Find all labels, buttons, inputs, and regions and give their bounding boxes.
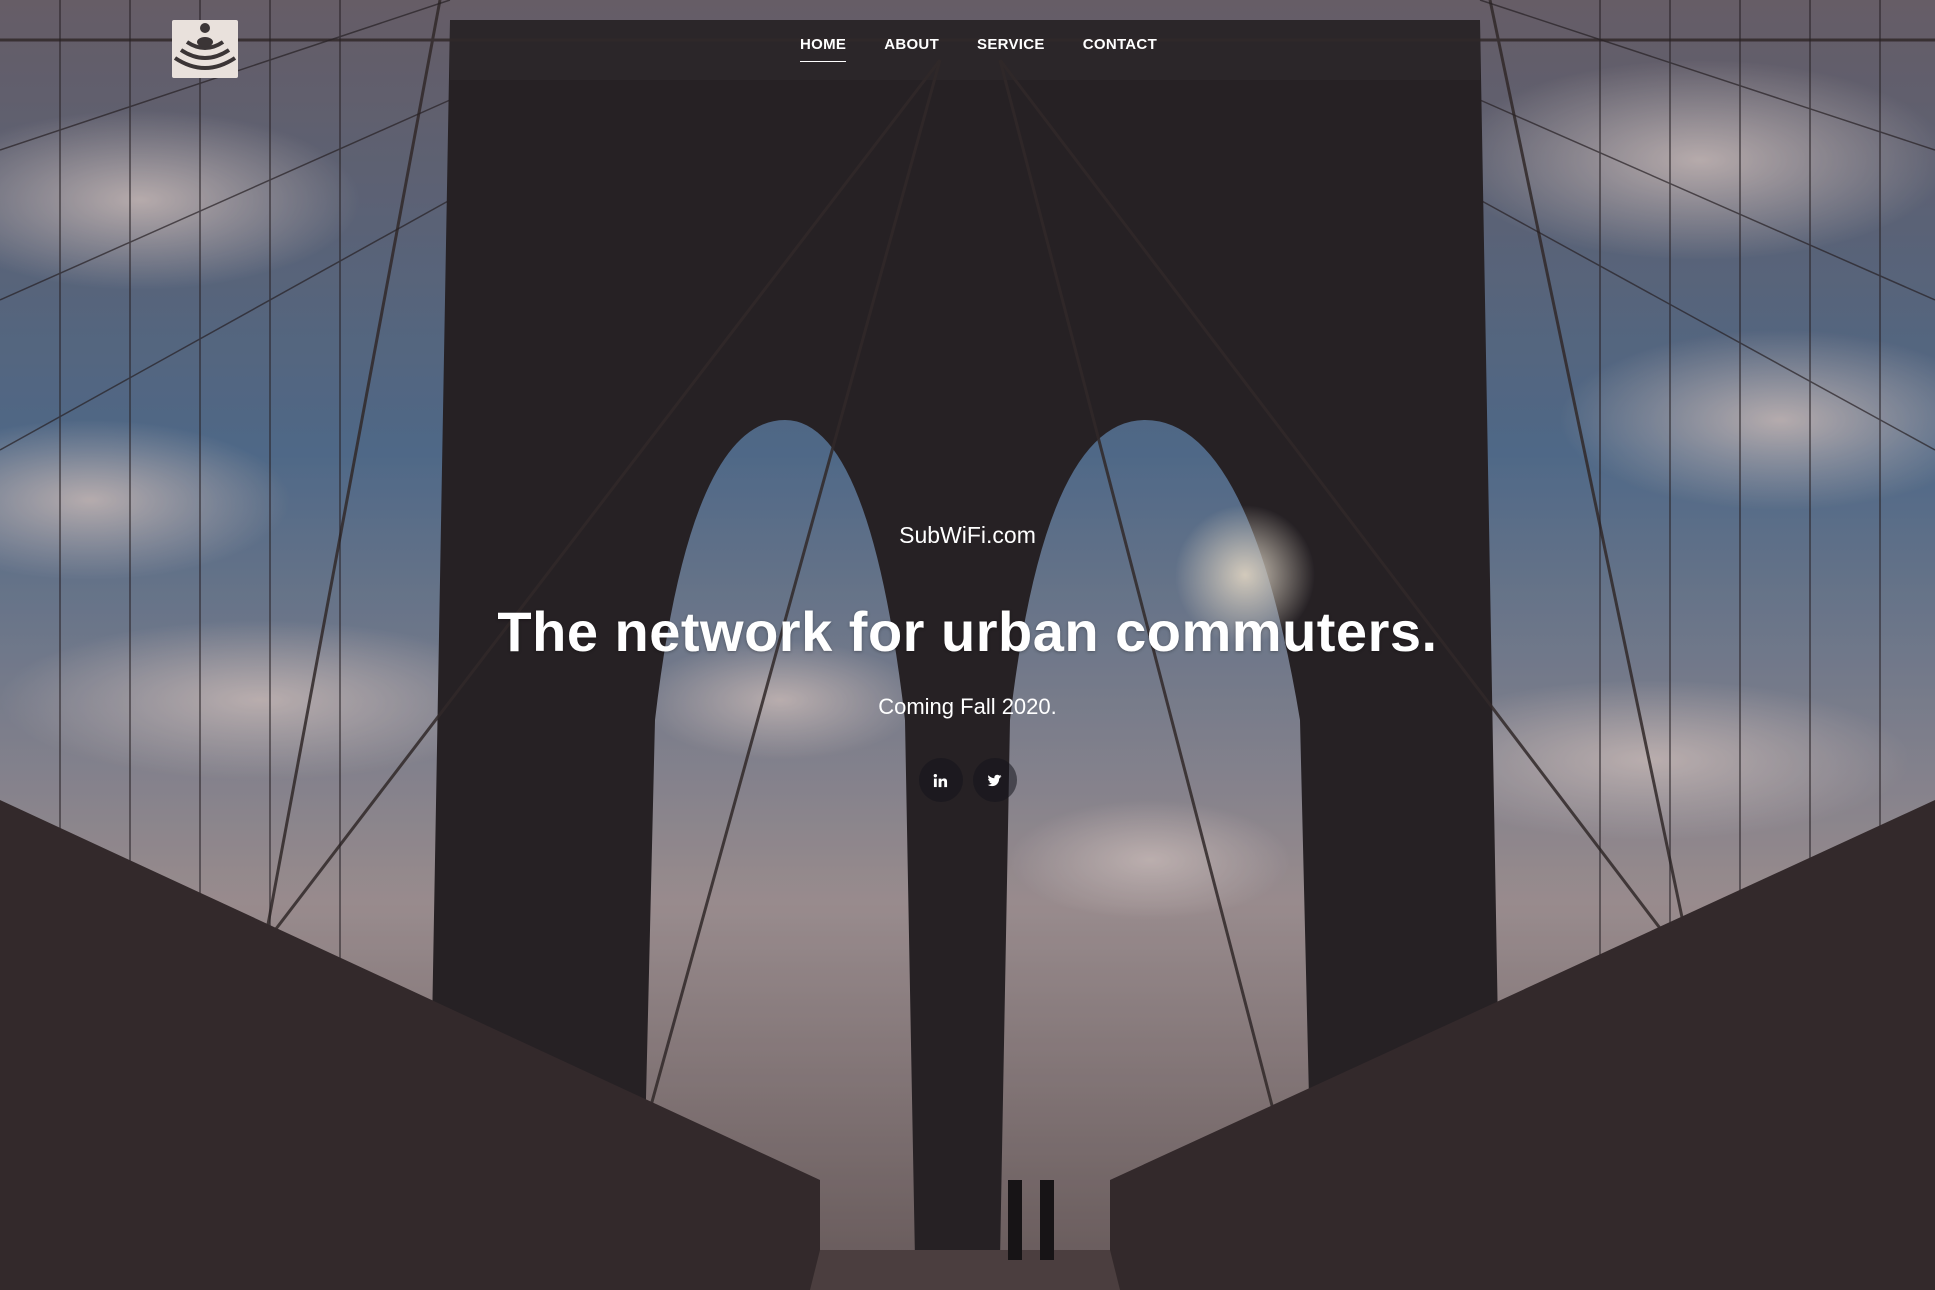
social-links	[0, 758, 1935, 802]
nav-service[interactable]: SERVICE	[977, 36, 1045, 62]
linkedin-icon	[933, 773, 948, 787]
hero-headline: The network for urban commuters.	[497, 600, 1438, 663]
nav-about[interactable]: ABOUT	[884, 36, 939, 62]
hero-section: HOME ABOUT SERVICE CONTACT SubWiFi.com T…	[0, 0, 1935, 1290]
nav-contact[interactable]: CONTACT	[1083, 36, 1157, 62]
site-name: SubWiFi.com	[899, 522, 1036, 548]
linkedin-button[interactable]	[918, 758, 963, 802]
site-logo[interactable]	[172, 20, 238, 78]
hero-content: SubWiFi.com The network for urban commut…	[0, 522, 1935, 802]
nav-home[interactable]: HOME	[800, 36, 847, 62]
hero-subline: Coming Fall 2020.	[878, 694, 1057, 719]
twitter-button[interactable]	[972, 758, 1017, 802]
main-nav: HOME ABOUT SERVICE CONTACT	[800, 36, 1157, 62]
twitter-icon	[987, 774, 1002, 786]
wifi-signal-person-icon	[173, 23, 237, 70]
